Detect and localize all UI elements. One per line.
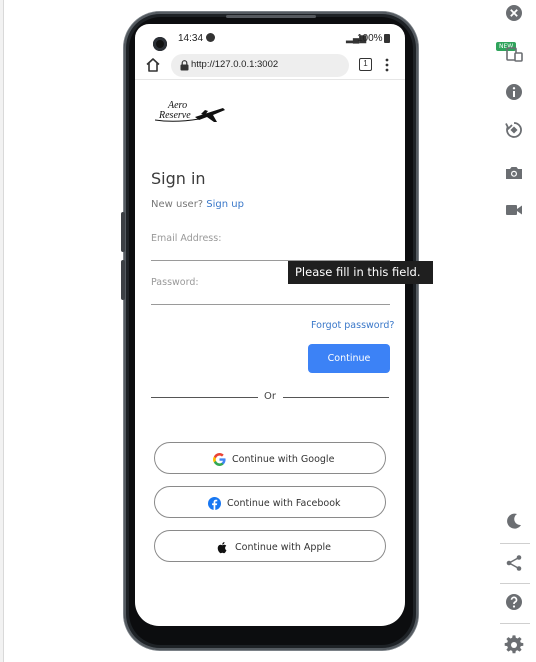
- volume-button[interactable]: [121, 212, 125, 252]
- power-button[interactable]: [121, 260, 125, 300]
- toolbar-divider: [500, 583, 530, 584]
- info-icon[interactable]: [504, 82, 524, 102]
- emulator-window: 14:34 ▂▄▆ 100% http://127.0.0.1:3002 1 A…: [0, 0, 536, 662]
- continue-button[interactable]: Continue: [308, 344, 390, 373]
- lock-icon: [180, 60, 189, 71]
- password-underline: [151, 304, 390, 305]
- gear-icon[interactable]: [504, 635, 524, 655]
- status-time: 14:34: [178, 33, 216, 44]
- camera-icon[interactable]: [504, 163, 524, 183]
- divider-left: [151, 397, 258, 398]
- battery-percent: 100%: [357, 33, 383, 44]
- forgot-password-link[interactable]: Forgot password?: [311, 320, 394, 331]
- home-icon[interactable]: [145, 57, 161, 73]
- toolbar-divider: [500, 623, 530, 624]
- google-button-label: Continue with Google: [232, 453, 335, 465]
- google-icon: [213, 452, 226, 466]
- status-bar: 14:34 ▂▄▆ 100%: [135, 24, 405, 52]
- url-text: http://127.0.0.1:3002: [191, 59, 279, 70]
- rotate-icon[interactable]: [504, 120, 524, 140]
- apple-icon: [217, 541, 227, 553]
- more-menu-icon[interactable]: [385, 58, 389, 72]
- help-icon[interactable]: [504, 592, 524, 612]
- tabs-icon[interactable]: 1: [359, 58, 372, 71]
- device-icon[interactable]: [504, 44, 524, 64]
- apple-signin-button[interactable]: Continue with Apple: [154, 530, 386, 562]
- apple-button-label: Continue with Apple: [235, 541, 331, 553]
- new-user-text: New user? Sign up: [151, 199, 244, 210]
- address-bar[interactable]: http://127.0.0.1:3002: [171, 54, 349, 77]
- page-title: Sign in: [151, 169, 206, 188]
- share-icon[interactable]: [504, 553, 524, 573]
- divider-right: [283, 397, 389, 398]
- aero-reserve-logo: Aero Reserve: [155, 100, 227, 130]
- signup-link[interactable]: Sign up: [206, 199, 244, 210]
- video-icon[interactable]: [504, 200, 524, 220]
- or-divider-text: Or: [264, 391, 276, 402]
- phone-screen: 14:34 ▂▄▆ 100% http://127.0.0.1:3002 1 A…: [135, 24, 405, 626]
- browser-toolbar: http://127.0.0.1:3002 1: [135, 52, 405, 80]
- left-panel-edge: [0, 0, 4, 662]
- front-camera: [153, 37, 167, 51]
- notification-icon: [206, 33, 216, 42]
- emulator-toolbar: NEW: [496, 0, 530, 662]
- phone-speaker: [226, 15, 316, 18]
- email-field[interactable]: [151, 230, 390, 258]
- battery-icon: [384, 34, 390, 43]
- google-signin-button[interactable]: Continue with Google: [154, 442, 386, 474]
- facebook-icon: [208, 496, 221, 510]
- toolbar-divider: [500, 543, 530, 544]
- plane-icon: [155, 108, 225, 122]
- moon-icon[interactable]: [504, 511, 524, 531]
- facebook-button-label: Continue with Facebook: [227, 497, 341, 509]
- facebook-signin-button[interactable]: Continue with Facebook: [154, 486, 386, 518]
- validation-tooltip: Please fill in this field.: [288, 261, 433, 284]
- close-icon[interactable]: [504, 3, 524, 23]
